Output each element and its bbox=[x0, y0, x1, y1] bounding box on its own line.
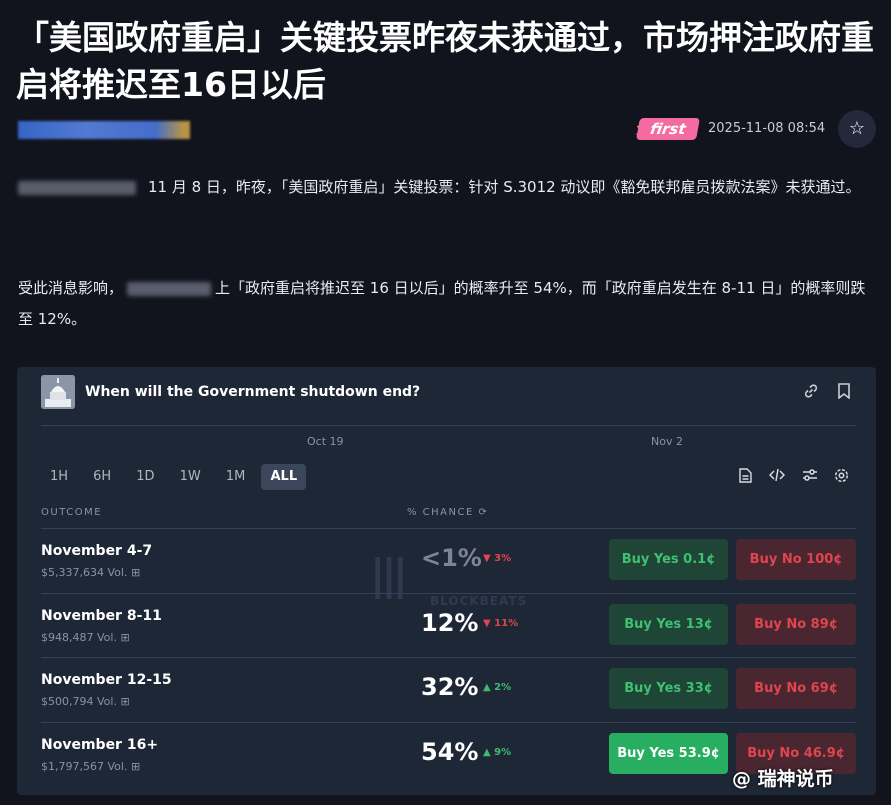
tab-1d[interactable]: 1D bbox=[127, 464, 163, 490]
buy-no-button[interactable]: Buy No 100¢ bbox=[736, 539, 856, 580]
outcome-chance: 32% bbox=[421, 673, 479, 701]
chart-date-label: Nov 2 bbox=[651, 435, 683, 448]
outcome-chance: <1% bbox=[421, 544, 482, 572]
gift-icon: ⊞ bbox=[130, 566, 141, 579]
buy-yes-button[interactable]: Buy Yes 13¢ bbox=[609, 604, 728, 645]
outcome-name: November 8-11 bbox=[41, 608, 162, 624]
chart-date-label: Oct 19 bbox=[307, 435, 344, 448]
link-icon[interactable] bbox=[803, 383, 819, 403]
chart-axis-line bbox=[41, 425, 856, 426]
chance-column-header: % CHANCE ⟳ bbox=[407, 507, 489, 518]
outcome-row[interactable]: November 4-7 $5,337,634 Vol. ⊞ <1% ▼ 3% … bbox=[41, 528, 856, 593]
bookmark-icon[interactable] bbox=[837, 383, 851, 403]
outcome-name: November 16+ bbox=[41, 737, 159, 753]
platform-blurred bbox=[127, 281, 212, 296]
chance-delta: ▲ 2% bbox=[483, 682, 512, 693]
outcome-volume: $5,337,634 Vol. ⊞ bbox=[41, 566, 141, 579]
outcome-name: November 4-7 bbox=[41, 543, 153, 559]
buy-yes-button[interactable]: Buy Yes 0.1¢ bbox=[609, 539, 728, 580]
outcome-row[interactable]: November 12-15 $500,794 Vol. ⊞ 32% ▲ 2% … bbox=[41, 657, 856, 722]
refresh-icon[interactable]: ⟳ bbox=[479, 507, 489, 518]
outcome-chance: 54% bbox=[421, 738, 479, 766]
outcome-name: November 12-15 bbox=[41, 672, 172, 688]
source-blurred bbox=[18, 180, 136, 195]
code-icon[interactable] bbox=[768, 468, 786, 486]
gift-icon: ⊞ bbox=[130, 760, 141, 773]
outcome-chance: 12% bbox=[421, 609, 479, 637]
chance-delta: ▼ 3% bbox=[483, 553, 512, 564]
buy-no-button[interactable]: Buy No 69¢ bbox=[736, 668, 856, 709]
tab-1h[interactable]: 1H bbox=[41, 464, 77, 490]
author-name-blurred[interactable] bbox=[18, 121, 190, 139]
article-meta: ⚡ first 2025-11-08 08:54 ☆ bbox=[18, 110, 878, 148]
market-title[interactable]: When will the Government shutdown end? bbox=[85, 384, 420, 400]
outcome-volume: $1,797,567 Vol. ⊞ bbox=[41, 760, 141, 773]
gift-icon: ⊞ bbox=[120, 631, 130, 644]
buy-yes-button[interactable]: Buy Yes 33¢ bbox=[609, 668, 728, 709]
tab-6h[interactable]: 6H bbox=[84, 464, 120, 490]
tab-1w[interactable]: 1W bbox=[171, 464, 210, 490]
widget-header: When will the Government shutdown end? bbox=[41, 375, 856, 411]
favorite-button[interactable]: ☆ bbox=[838, 110, 876, 148]
outcome-column-header: OUTCOME bbox=[41, 507, 103, 518]
sliders-icon[interactable] bbox=[802, 468, 818, 486]
tab-all[interactable]: ALL bbox=[261, 464, 307, 490]
publish-timestamp: 2025-11-08 08:54 bbox=[708, 121, 826, 136]
buy-no-button[interactable]: Buy No 89¢ bbox=[736, 604, 856, 645]
outcome-row[interactable]: November 8-11 $948,487 Vol. ⊞ 12% ▼ 11% … bbox=[41, 593, 856, 658]
star-icon: ☆ bbox=[848, 118, 866, 139]
chance-delta: ▼ 11% bbox=[483, 618, 519, 629]
outcome-volume: $948,487 Vol. ⊞ bbox=[41, 631, 130, 644]
author-watermark: @ 瑞神说币 bbox=[732, 768, 834, 790]
capitol-thumbnail bbox=[41, 375, 75, 409]
gift-icon: ⊞ bbox=[120, 695, 130, 708]
document-icon[interactable] bbox=[739, 468, 752, 487]
chance-delta: ▲ 9% bbox=[483, 747, 512, 758]
article-paragraph-2: 受此消息影响， 上「政府重启将推迟至 16 日以后」的概率升至 54%，而「政府重… bbox=[18, 279, 866, 328]
time-range-tabs: 1H 6H 1D 1W 1M ALL bbox=[41, 464, 308, 490]
article-paragraph-1: 11 月 8 日，昨夜，「美国政府重启」关键投票：针对 S.3012 动议即《豁… bbox=[18, 172, 868, 203]
article-title: 「美国政府重启」关键投票昨夜未获通过，市场押注政府重启将推迟至16日以后 bbox=[16, 18, 874, 104]
buy-yes-button[interactable]: Buy Yes 53.9¢ bbox=[609, 733, 728, 774]
outcome-volume: $500,794 Vol. ⊞ bbox=[41, 695, 130, 708]
settings-icon[interactable] bbox=[834, 468, 849, 487]
tab-1m[interactable]: 1M bbox=[217, 464, 255, 490]
first-badge: first bbox=[636, 118, 700, 140]
prediction-market-widget: When will the Government shutdown end? O… bbox=[17, 367, 876, 795]
